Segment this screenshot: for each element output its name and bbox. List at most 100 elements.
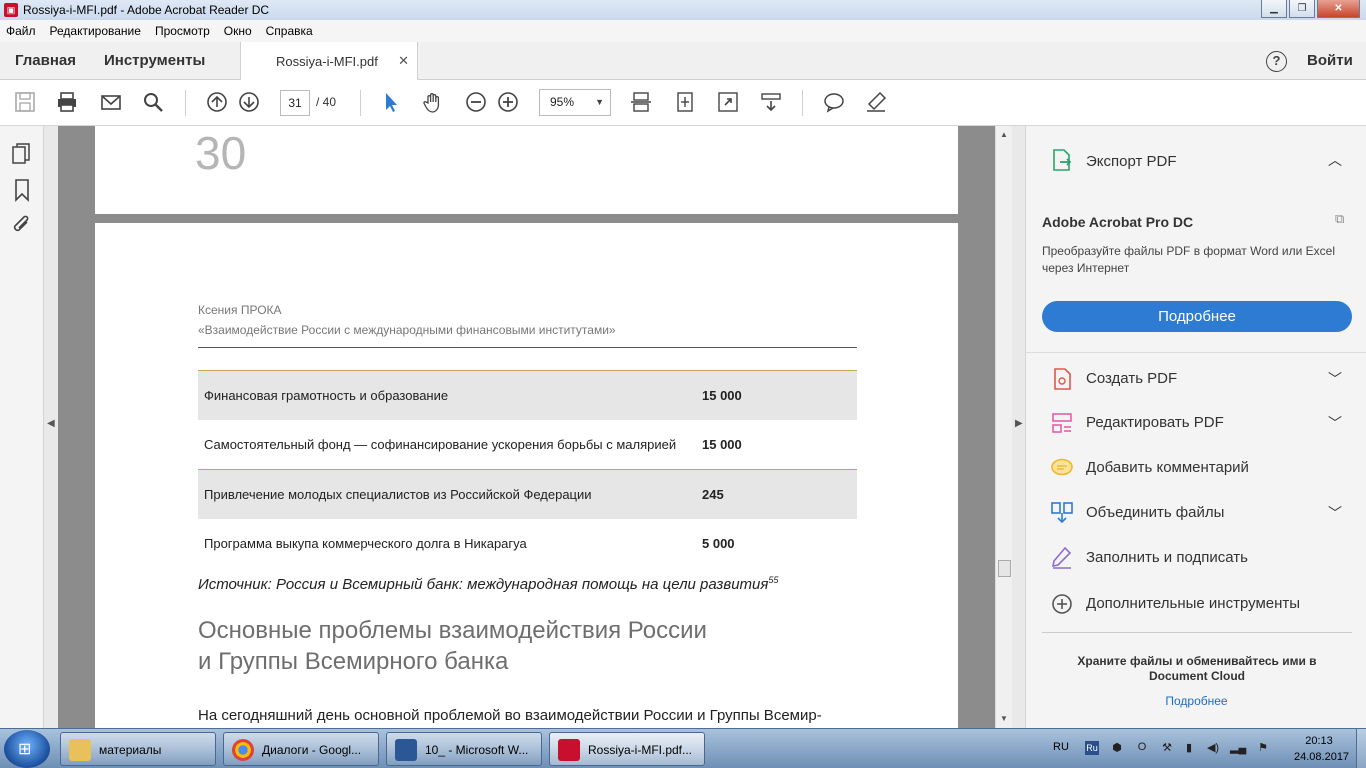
left-navigation-pane	[0, 126, 44, 728]
scroll-down-icon[interactable]: ▼	[1000, 714, 1008, 723]
tab-document[interactable]: Rossiya-i-MFI.pdf ✕	[240, 42, 418, 80]
document-cloud-link[interactable]: Подробнее	[1026, 694, 1366, 708]
comment-icon[interactable]	[822, 90, 846, 114]
opera-icon[interactable]: O	[1135, 741, 1149, 755]
tool-label: Дополнительные инструменты	[1086, 595, 1301, 612]
collapse-left-pane-handle[interactable]: ◀	[44, 126, 58, 728]
tab-bar: Главная Инструменты Rossiya-i-MFI.pdf ✕ …	[0, 42, 1366, 80]
signal-icon[interactable]: ▂▄	[1230, 741, 1246, 755]
scroll-mode-icon[interactable]	[629, 90, 653, 114]
main-toolbar: 31 / 40 95% ▼	[0, 80, 1366, 126]
zoom-value: 95%	[550, 95, 575, 109]
table-row: Самостоятельный фонд — софинансирование …	[198, 420, 857, 470]
menu-edit[interactable]: Редактирование	[50, 24, 141, 38]
next-page-icon[interactable]	[237, 90, 261, 114]
help-icon[interactable]: ?	[1266, 51, 1287, 72]
copy-icon: ⧉	[1335, 211, 1345, 226]
document-view[interactable]: 30 Ксения ПРОКА «Взаимодействие России с…	[58, 126, 995, 728]
folder-icon	[69, 739, 91, 761]
page-thumbnails-icon[interactable]	[11, 142, 33, 166]
attachments-icon[interactable]	[11, 214, 33, 238]
menu-help[interactable]: Справка	[266, 24, 313, 38]
tool-more-tools[interactable]: Дополнительные инструменты	[1026, 584, 1366, 624]
taskbar-item-label: Rossiya-i-MFI.pdf...	[588, 743, 693, 757]
divider	[1042, 632, 1352, 633]
taskbar-item-acrobat[interactable]: Rossiya-i-MFI.pdf...	[549, 732, 705, 766]
tab-document-label: Rossiya-i-MFI.pdf	[276, 54, 378, 69]
select-cursor-icon[interactable]	[379, 90, 403, 114]
print-icon[interactable]	[55, 90, 79, 114]
learn-more-button[interactable]: Подробнее	[1042, 301, 1352, 332]
word-icon	[395, 739, 417, 761]
email-icon[interactable]	[99, 90, 123, 114]
tool-fill-sign[interactable]: Заполнить и подписать	[1026, 538, 1366, 578]
close-tab-icon[interactable]: ✕	[398, 53, 409, 69]
page-total: / 40	[316, 95, 337, 109]
zoom-select[interactable]: 95% ▼	[539, 89, 611, 116]
window-controls: ▁ ❐ ✕	[1261, 0, 1360, 18]
menu-file[interactable]: Файл	[6, 24, 36, 38]
menu-window[interactable]: Окно	[224, 24, 252, 38]
tool-create-pdf[interactable]: Создать PDF ﹀	[1026, 359, 1366, 399]
tool-edit-pdf[interactable]: Редактировать PDF ﹀	[1026, 403, 1366, 443]
tool-add-comment[interactable]: Добавить комментарий	[1026, 448, 1366, 488]
chevron-down-icon[interactable]: ﹀	[1328, 503, 1342, 523]
minimize-button[interactable]: ▁	[1261, 0, 1287, 18]
signin-link[interactable]: Войти	[1307, 52, 1353, 69]
toolbar-separator	[360, 90, 361, 116]
bookmarks-icon[interactable]	[11, 178, 33, 202]
menu-bar: Файл Редактирование Просмотр Окно Справк…	[0, 20, 1366, 42]
maximize-button[interactable]: ❐	[1289, 0, 1315, 18]
document-scrollbar[interactable]: ▲ ▼	[995, 126, 1012, 728]
collapse-right-pane-handle[interactable]: ▶	[1012, 126, 1025, 728]
save-icon[interactable]	[13, 90, 37, 114]
full-screen-icon[interactable]	[716, 90, 740, 114]
toolbar-separator	[185, 90, 186, 116]
start-button[interactable]: ⊞	[4, 730, 50, 768]
taskbar-item-folder[interactable]: материалы	[60, 732, 216, 766]
zoom-out-icon[interactable]	[464, 90, 488, 114]
tool-combine-files[interactable]: Объединить файлы ﹀	[1026, 493, 1366, 533]
read-mode-icon[interactable]	[759, 90, 783, 114]
security-icon[interactable]: ⬢	[1110, 741, 1124, 755]
previous-page-icon[interactable]	[205, 90, 229, 114]
chevron-down-icon: ▼	[595, 97, 604, 107]
tab-home[interactable]: Главная	[15, 52, 76, 69]
chevron-down-icon[interactable]: ﹀	[1328, 369, 1342, 389]
network-icon[interactable]: ⚒	[1160, 741, 1174, 755]
input-language[interactable]: RU	[1053, 741, 1069, 753]
show-desktop-button[interactable]	[1356, 729, 1366, 768]
zoom-in-icon[interactable]	[496, 90, 520, 114]
battery-icon[interactable]: ▮	[1182, 741, 1196, 755]
tool-label: Объединить файлы	[1086, 504, 1225, 521]
volume-icon[interactable]: ◀)	[1206, 741, 1220, 755]
highlight-icon[interactable]	[864, 90, 888, 114]
search-icon[interactable]	[141, 90, 165, 114]
header-divider	[198, 347, 857, 348]
export-pdf-header[interactable]: Экспорт PDF ︿	[1026, 126, 1366, 194]
taskbar-item-word[interactable]: 10_ - Microsoft W...	[386, 732, 542, 766]
menu-view[interactable]: Просмотр	[155, 24, 210, 38]
flag-icon[interactable]: ⚑	[1256, 741, 1270, 755]
hand-tool-icon[interactable]	[421, 90, 445, 114]
scrollbar-thumb[interactable]	[998, 560, 1011, 577]
system-clock[interactable]: 20:13 24.08.2017	[1294, 733, 1349, 765]
document-cloud-text: Храните файлы и обменивайтесь ими в Docu…	[1077, 654, 1317, 683]
punto-switcher-icon[interactable]: Ru	[1085, 741, 1099, 755]
fit-page-icon[interactable]	[673, 90, 697, 114]
tab-tools[interactable]: Инструменты	[104, 52, 205, 69]
table-cell-name: Самостоятельный фонд — софинансирование …	[204, 436, 677, 452]
table-source-caption: Источник: Россия и Всемирный банк: между…	[198, 575, 778, 593]
chevron-left-icon: ◀	[47, 418, 55, 429]
chevron-up-icon[interactable]: ︿	[1328, 150, 1342, 170]
table-cell-name: Привлечение молодых специалистов из Росс…	[204, 487, 592, 502]
edit-pdf-icon	[1050, 411, 1074, 435]
page-number-input[interactable]: 31	[280, 90, 310, 116]
taskbar-item-label: 10_ - Microsoft W...	[425, 743, 529, 757]
create-pdf-icon	[1050, 367, 1074, 391]
scroll-up-icon[interactable]: ▲	[1000, 130, 1008, 139]
taskbar-item-label: материалы	[99, 743, 162, 757]
close-button[interactable]: ✕	[1317, 0, 1360, 18]
taskbar-item-chrome[interactable]: Диалоги - Googl...	[223, 732, 379, 766]
chevron-down-icon[interactable]: ﹀	[1328, 413, 1342, 433]
